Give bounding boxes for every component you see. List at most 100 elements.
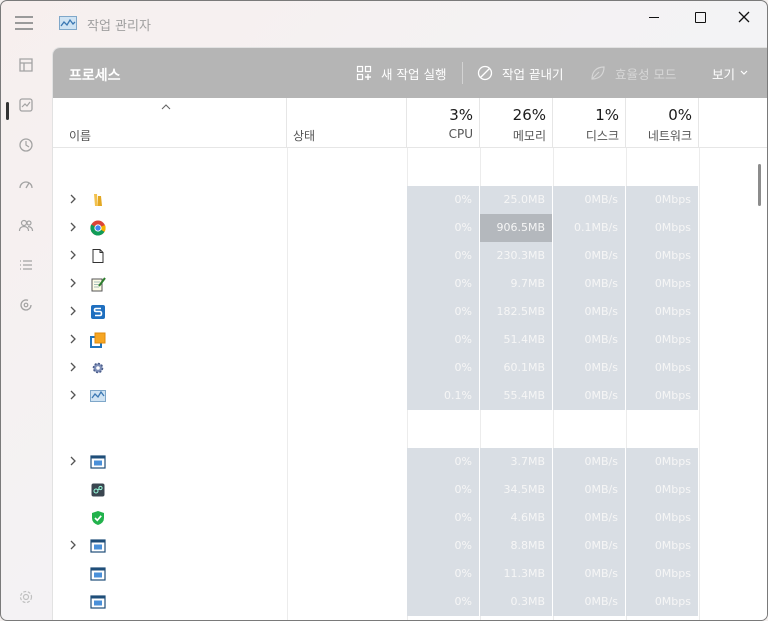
disk-column-label: 디스크 — [585, 129, 619, 143]
chevron-right-icon[interactable] — [69, 277, 81, 291]
disk-column-header[interactable]: 1% 디스크 — [553, 98, 626, 148]
notepad-icon — [90, 276, 106, 292]
memory-column-header[interactable]: 26% 메모리 — [480, 98, 553, 148]
process-row[interactable]: 0.1% 55.4MB 0MB/s 0Mbps — [53, 382, 753, 410]
process-row[interactable]: 0% 25.0MB 0MB/s 0Mbps — [53, 186, 753, 214]
disk-cell: 0.1MB/s — [553, 214, 626, 242]
maximize-button[interactable] — [677, 1, 723, 33]
network-cell: 0Mbps — [626, 476, 699, 504]
network-column-header[interactable]: 0% 네트워크 — [626, 98, 699, 148]
process-row[interactable]: 0% 34.5MB 0MB/s 0Mbps — [53, 476, 753, 504]
efficiency-mode-label: 효율성 모드 — [615, 66, 677, 82]
cpu-cell: 0% — [407, 448, 480, 476]
process-row[interactable]: 0% 3.7MB 0MB/s 0Mbps — [53, 448, 753, 476]
memory-cell: 0.3MB — [480, 588, 553, 616]
chevron-right-icon[interactable] — [69, 539, 81, 553]
memory-cell: 4.6MB — [480, 504, 553, 532]
network-cell: 0Mbps — [626, 504, 699, 532]
chevron-right-icon[interactable] — [69, 305, 81, 319]
memory-cell: 11.3MB — [480, 560, 553, 588]
nav-processes[interactable] — [14, 53, 38, 77]
network-total-percent: 0% — [668, 106, 692, 124]
cpu-cell: 0% — [407, 326, 480, 354]
cpu-cell: 0% — [407, 560, 480, 588]
efficiency-mode-button[interactable]: 효율성 모드 — [590, 63, 676, 83]
nav-settings[interactable] — [14, 585, 38, 609]
toolbar-separator — [462, 62, 463, 84]
disk-cell: 0MB/s — [553, 476, 626, 504]
process-row[interactable]: 0% 11.3MB 0MB/s 0Mbps — [53, 560, 753, 588]
disk-cell: 0MB/s — [553, 504, 626, 532]
cpu-cell: 0% — [407, 186, 480, 214]
leaf-icon — [590, 65, 606, 81]
name-column-label: 이름 — [69, 129, 92, 143]
network-cell: 0Mbps — [626, 186, 699, 214]
nav-selection-indicator — [6, 102, 9, 120]
chevron-right-icon[interactable] — [69, 455, 81, 469]
nav-performance[interactable] — [14, 93, 38, 117]
chevron-right-icon[interactable] — [69, 361, 81, 375]
process-row[interactable]: 0% 9.7MB 0MB/s 0Mbps — [53, 270, 753, 298]
memory-cell: 230.3MB — [480, 242, 553, 270]
memory-cell: 55.4MB — [480, 382, 553, 410]
speedometer-icon — [19, 181, 33, 189]
process-row[interactable]: 0% 906.5MB 0.1MB/s 0Mbps — [53, 214, 753, 242]
command-bar: 프로세스 새 작업 실행 작업 끝내기 효율성 모드 보기 — [53, 48, 767, 98]
cpu-column-label: CPU — [448, 127, 473, 141]
vm-icon — [90, 332, 106, 348]
cpu-cell: 0% — [407, 214, 480, 242]
nav-services[interactable] — [14, 293, 38, 317]
memory-cell: 8.8MB — [480, 532, 553, 560]
cpu-cell: 0% — [407, 476, 480, 504]
menu-icon[interactable] — [15, 16, 33, 30]
list-icon — [20, 260, 32, 270]
disk-cell: 0MB/s — [553, 448, 626, 476]
close-button[interactable] — [721, 1, 767, 33]
chrome-icon — [90, 220, 106, 236]
status-column-label: 상태 — [293, 129, 316, 143]
chevron-right-icon[interactable] — [69, 221, 81, 235]
process-row[interactable]: 0% 230.3MB 0MB/s 0Mbps — [53, 242, 753, 270]
cpu-total-percent: 3% — [449, 106, 473, 124]
cpu-cell: 0.1% — [407, 382, 480, 410]
window-title: 작업 관리자 — [87, 19, 151, 34]
cpu-cell: 0% — [407, 504, 480, 532]
minimize-button[interactable] — [631, 1, 677, 33]
process-row[interactable]: 0% 4.6MB 0MB/s 0Mbps — [53, 504, 753, 532]
disk-cell: 0MB/s — [553, 270, 626, 298]
disk-cell: 0MB/s — [553, 354, 626, 382]
process-row[interactable]: 0% 182.5MB 0MB/s 0Mbps — [53, 298, 753, 326]
network-cell: 0Mbps — [626, 560, 699, 588]
vertical-scrollbar[interactable] — [758, 164, 761, 206]
run-new-task-button[interactable]: 새 작업 실행 — [356, 63, 446, 83]
disk-cell: 0MB/s — [553, 560, 626, 588]
nav-users[interactable] — [14, 213, 38, 237]
s-app-icon — [90, 304, 106, 320]
chevron-right-icon[interactable] — [69, 193, 81, 207]
network-column-label: 네트워크 — [647, 129, 692, 143]
network-cell: 0Mbps — [626, 448, 699, 476]
view-dropdown[interactable]: 보기 — [712, 63, 748, 83]
network-cell: 0Mbps — [626, 242, 699, 270]
close-icon — [738, 11, 750, 23]
cpu-column-header[interactable]: 3% CPU — [407, 98, 480, 148]
disk-cell: 0MB/s — [553, 298, 626, 326]
status-column-header[interactable]: 상태 — [287, 98, 407, 148]
cpu-cell: 0% — [407, 242, 480, 270]
nav-details[interactable] — [14, 253, 38, 277]
process-row[interactable]: 0% 0.3MB 0MB/s 0Mbps — [53, 588, 753, 616]
name-column-header[interactable]: 이름 — [53, 98, 287, 148]
process-row[interactable]: 0% 51.4MB 0MB/s 0Mbps — [53, 326, 753, 354]
chevron-right-icon[interactable] — [69, 333, 81, 347]
nav-startup-apps[interactable] — [14, 173, 38, 197]
process-row[interactable]: 0% 8.8MB 0MB/s 0Mbps — [53, 532, 753, 560]
network-cell: 0Mbps — [626, 326, 699, 354]
network-app-icon — [90, 482, 106, 498]
nav-app-history[interactable] — [14, 133, 38, 157]
process-row[interactable]: 0% 60.1MB 0MB/s 0Mbps — [53, 354, 753, 382]
end-task-button[interactable]: 작업 끝내기 — [477, 63, 563, 83]
chevron-right-icon[interactable] — [69, 249, 81, 263]
chevron-right-icon[interactable] — [69, 389, 81, 403]
memory-cell: 182.5MB — [480, 298, 553, 326]
history-icon — [19, 138, 33, 152]
